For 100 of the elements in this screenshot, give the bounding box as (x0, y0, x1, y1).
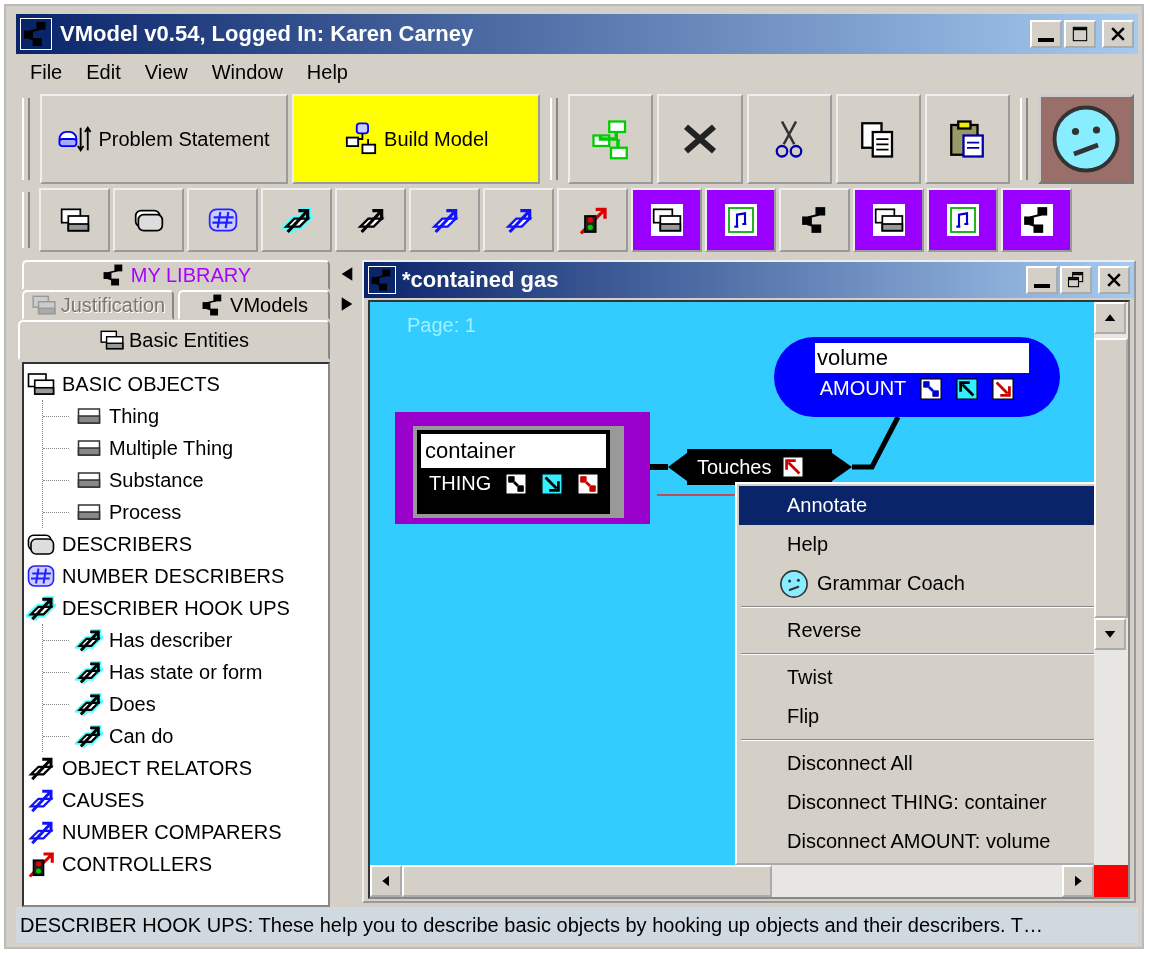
hook-arrow-icon (280, 204, 313, 236)
palette-button[interactable] (1001, 188, 1072, 252)
node-frame[interactable]: container THING (395, 412, 650, 524)
toolbar-button[interactable] (924, 94, 1010, 184)
toolbar-grip[interactable] (1019, 98, 1028, 180)
toolbar-button[interactable] (657, 94, 743, 184)
frames-icon (872, 204, 905, 236)
palette-button[interactable] (335, 188, 406, 252)
minimize-icon (1038, 38, 1054, 42)
palette-button[interactable] (187, 188, 258, 252)
tree-item[interactable]: Thing (43, 400, 326, 432)
hook-arrow-icon (75, 658, 103, 686)
toolbar-grip[interactable] (22, 98, 30, 180)
tree-item[interactable]: Substance (43, 464, 326, 496)
toolbar-button[interactable] (746, 94, 832, 184)
mode-button[interactable]: Problem Statement (39, 94, 289, 184)
note-icon (724, 204, 757, 236)
menu-item[interactable]: Disconnect THING: container (739, 783, 1094, 822)
tree-item[interactable]: DESCRIBERS (26, 528, 326, 560)
tree-item[interactable]: Process (43, 496, 326, 528)
menu-item[interactable]: Disconnect All (739, 744, 1094, 783)
maximize-button[interactable] (1064, 20, 1096, 48)
minimize-button[interactable] (1026, 266, 1058, 294)
menu-item[interactable]: Grammar Coach (739, 564, 1094, 603)
palette-button[interactable] (779, 188, 850, 252)
arrow-icon (992, 377, 1015, 400)
menu-item[interactable]: Help (739, 525, 1094, 564)
tree-item[interactable]: NUMBER DESCRIBERS (26, 560, 326, 592)
face-icon (779, 568, 809, 599)
restore-icon (1066, 270, 1086, 290)
minimize-icon (1034, 284, 1050, 288)
hook-arrow-icon (75, 626, 103, 654)
app-icon (20, 18, 52, 50)
note-icon (946, 204, 979, 236)
node-label[interactable]: volume (815, 343, 1029, 373)
menu-item[interactable]: Annotate (739, 486, 1094, 525)
minimize-button[interactable] (1030, 20, 1062, 48)
menu-item[interactable]: File (20, 58, 73, 86)
restore-button[interactable] (1060, 266, 1092, 294)
menu-item[interactable]: Help (296, 58, 358, 86)
expand-arrow-icon[interactable] (339, 296, 355, 312)
palette-button[interactable] (113, 188, 184, 252)
flowchart-icon (344, 122, 379, 156)
tree-item[interactable]: CONTROLLERS (26, 848, 326, 880)
palette-button[interactable] (631, 188, 702, 252)
palette-button[interactable] (483, 188, 554, 252)
tree-item[interactable]: Has describer (43, 624, 326, 656)
menu-item[interactable]: Twist (739, 658, 1094, 697)
mode-button[interactable]: Build Model (292, 94, 541, 184)
window-title: VModel v0.54, Logged In: Karen Carney (60, 21, 475, 47)
library-tab[interactable]: VModels (178, 290, 330, 320)
frames-icon (650, 204, 683, 236)
toolbar-button[interactable] (835, 94, 921, 184)
hook-arrow-icon (75, 722, 103, 750)
palette-button[interactable] (853, 188, 924, 252)
tree-item[interactable]: DESCRIBER HOOK UPS (26, 592, 326, 624)
toolbar-grip[interactable] (22, 192, 30, 248)
menu-item[interactable]: Window (201, 58, 293, 86)
node-label[interactable]: container (421, 434, 606, 468)
tree-item[interactable]: Has state or form (43, 656, 326, 688)
tree-item[interactable]: Does (43, 688, 326, 720)
coach-button[interactable] (1037, 94, 1134, 184)
arrow-icon (956, 377, 979, 400)
maximize-icon (1070, 24, 1090, 44)
node-graph-icon (1020, 204, 1053, 236)
menu-item[interactable]: Flip (739, 697, 1094, 736)
tree-item[interactable]: OBJECT RELATORS (26, 752, 326, 784)
vertical-scrollbar[interactable] (1094, 302, 1128, 865)
library-tab[interactable]: Basic Entities (18, 320, 330, 360)
horizontal-scrollbar[interactable] (370, 865, 1094, 897)
palette-button[interactable] (409, 188, 480, 252)
palette-button[interactable] (39, 188, 110, 252)
palette-button[interactable] (557, 188, 628, 252)
hook-arrow-icon (26, 593, 56, 623)
close-button[interactable] (1098, 266, 1130, 294)
tree-item[interactable]: Multiple Thing (43, 432, 326, 464)
palette-button[interactable] (261, 188, 332, 252)
arrow-icon (781, 456, 804, 478)
collapse-arrow-icon[interactable] (339, 266, 355, 282)
menu-item[interactable]: Reverse (739, 611, 1094, 650)
toolbar-grip[interactable] (550, 98, 559, 180)
node-type: AMOUNT (819, 377, 907, 400)
document-title: *contained gas (402, 267, 560, 293)
menu-item[interactable]: View (134, 58, 198, 86)
page-label: Page: 1 (407, 314, 476, 337)
node-frame[interactable]: volume AMOUNT (774, 337, 1060, 417)
tree-item[interactable]: CAUSES (26, 784, 326, 816)
tree-item[interactable]: Can do (43, 720, 326, 752)
corner-square (1094, 865, 1128, 897)
status-text: DESCRIBER HOOK UPS: These help you to describe basic objects by hooking up objects and their describers. T… (20, 913, 1044, 937)
tree-item[interactable]: BASIC OBJECTS (26, 368, 326, 400)
relation-label: Touches (697, 455, 772, 479)
tree-item[interactable]: NUMBER COMPARERS (26, 816, 326, 848)
connector-line (852, 415, 901, 470)
menu-item[interactable]: Edit (76, 58, 131, 86)
node-type: THING (429, 472, 492, 495)
hook-arrow-icon (75, 690, 103, 718)
menu-item[interactable]: Disconnect AMOUNT: volume (739, 822, 1094, 861)
traffic-light-icon (26, 849, 56, 879)
close-button[interactable] (1102, 20, 1134, 48)
